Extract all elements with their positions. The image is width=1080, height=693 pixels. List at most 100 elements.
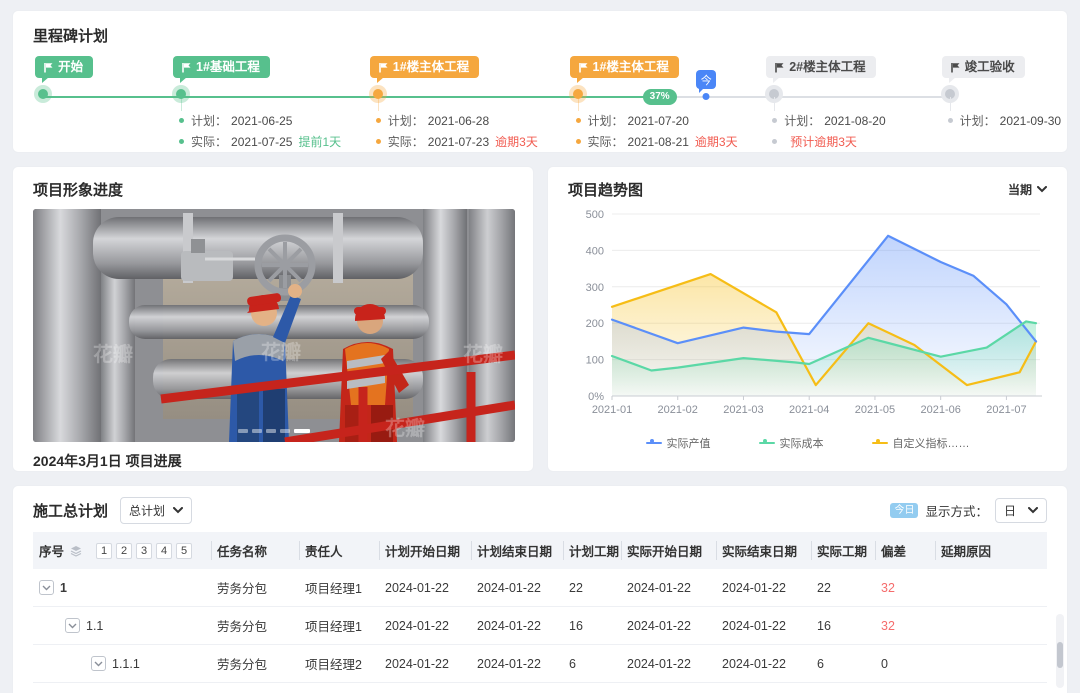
task-id: 1.1 <box>86 619 103 633</box>
milestone-status: 逾期3天 <box>495 133 538 150</box>
photo-panel-title: 项目形象进度 <box>33 179 513 200</box>
milestone-dates: 计划：2021-06-28实际：2021-07-23逾期3天 <box>376 110 538 152</box>
legend-item[interactable]: 实际产值 <box>646 435 711 451</box>
carousel-dot[interactable] <box>252 429 262 433</box>
plan-table: 序号12345任务名称责任人计划开始日期计划结束日期计划工期实际开始日期实际结束… <box>33 532 1047 693</box>
plan-type-select[interactable]: 总计划 <box>120 497 192 524</box>
milestone-status: 逾期3天 <box>695 133 738 150</box>
column-header: 实际结束日期 <box>716 532 811 569</box>
dashboard-page: 里程碑计划 开始 1#基础工程计划：2021-06-25实际：2021-07-25… <box>0 0 1080 693</box>
deviation-value: 32 <box>881 581 895 595</box>
level-button-3[interactable]: 3 <box>136 543 152 559</box>
task-id: 1.1.1 <box>112 657 140 671</box>
carousel-indicators <box>238 429 310 433</box>
plan-table-header: 序号12345任务名称责任人计划开始日期计划结束日期计划工期实际开始日期实际结束… <box>33 532 1047 569</box>
milestone-panel: 里程碑计划 开始 1#基础工程计划：2021-06-25实际：2021-07-25… <box>12 10 1068 153</box>
today-marker: 今 <box>696 70 716 89</box>
milestone-date-row: 预计逾期3天 <box>772 131 885 152</box>
milestone-date-row: 计划：2021-09-30 <box>948 110 1061 131</box>
svg-text:2021-02: 2021-02 <box>658 404 698 416</box>
svg-text:2021-01: 2021-01 <box>592 404 632 416</box>
row-expand-toggle[interactable] <box>65 618 80 633</box>
svg-text:花瓣: 花瓣 <box>93 342 133 366</box>
milestone-status: 预计逾期3天 <box>790 133 857 150</box>
display-mode-select[interactable]: 日 <box>995 498 1047 523</box>
milestone-label: 开始 <box>35 56 93 78</box>
trend-panel-title: 项目趋势图 <box>568 179 643 200</box>
svg-text:2021-04: 2021-04 <box>789 404 829 416</box>
column-header: 实际开始日期 <box>621 532 716 569</box>
milestone-panel-title: 里程碑计划 <box>33 25 1047 46</box>
level-button-2[interactable]: 2 <box>116 543 132 559</box>
period-dropdown[interactable]: 当期 <box>1008 181 1047 198</box>
legend-marker-icon <box>759 439 775 447</box>
milestone-timeline: 开始 1#基础工程计划：2021-06-25实际：2021-07-25提前1天 1#… <box>33 50 1047 154</box>
milestone-label: 1#楼主体工程 <box>370 56 479 78</box>
project-photo-illustration: 花瓣花瓣花瓣花瓣 <box>33 209 515 442</box>
today-badge[interactable]: 今日 <box>890 503 918 518</box>
display-mode-label: 显示方式： <box>925 501 988 520</box>
table-scrollbar-thumb[interactable] <box>1057 642 1063 668</box>
carousel-dot[interactable] <box>294 429 310 433</box>
row-expand-toggle[interactable] <box>39 580 54 595</box>
column-header: 责任人 <box>299 532 379 569</box>
trend-line-chart: 2021-012021-022021-032021-042021-052021-… <box>568 200 1049 428</box>
level-button-5[interactable]: 5 <box>176 543 192 559</box>
level-buttons: 12345 <box>96 543 192 559</box>
svg-text:花瓣: 花瓣 <box>261 340 301 364</box>
chevron-down-icon <box>94 661 103 667</box>
svg-text:400: 400 <box>586 245 604 257</box>
milestone-date-row: 实际：2021-07-25提前1天 <box>179 131 341 152</box>
table-row: 1.1.1 劳务分包项目经理2 2024-01-222024-01-226 20… <box>33 645 1047 683</box>
svg-text:300: 300 <box>586 282 604 294</box>
chevron-down-icon <box>42 585 51 591</box>
carousel-dot[interactable] <box>238 429 248 433</box>
column-header: 计划工期 <box>563 532 621 569</box>
trend-panel: 项目趋势图 当期 2021-01 2021-02 2021-03 2021-04 202… <box>547 166 1068 472</box>
date-dot <box>179 139 184 144</box>
milestone-label: 1#基础工程 <box>173 56 270 78</box>
table-panel-title: 施工总计划 <box>33 500 108 521</box>
task-id: 1 <box>60 581 67 595</box>
flag-icon <box>43 62 54 73</box>
column-header: 计划结束日期 <box>471 532 563 569</box>
milestone-label: 竣工验收 <box>942 56 1025 78</box>
milestone-date-row: 计划：2021-06-25 <box>179 110 341 131</box>
layers-icon <box>70 545 82 557</box>
milestone-dates: 计划：2021-06-25实际：2021-07-25提前1天 <box>179 110 341 152</box>
carousel-dot[interactable] <box>266 429 276 433</box>
svg-text:花瓣: 花瓣 <box>463 342 503 366</box>
column-header: 延期原因 <box>935 532 1047 569</box>
level-button-1[interactable]: 1 <box>96 543 112 559</box>
milestone-status: 提前1天 <box>298 133 341 150</box>
today-dot <box>703 93 710 100</box>
svg-text:100: 100 <box>586 355 604 367</box>
milestone-label: 2#楼主体工程 <box>766 56 875 78</box>
photo-caption: 2024年3月1日 项目进展 <box>33 451 513 471</box>
column-header: 任务名称 <box>211 532 299 569</box>
date-dot <box>948 118 953 123</box>
table-scrollbar <box>1056 614 1064 688</box>
level-button-4[interactable]: 4 <box>156 543 172 559</box>
plan-type-value: 总计划 <box>129 502 165 519</box>
photo-progress-panel: 项目形象进度 <box>12 166 534 472</box>
flag-icon <box>378 62 389 73</box>
legend-item[interactable]: 自定义指标…… <box>872 435 970 451</box>
svg-text:花瓣: 花瓣 <box>385 416 425 440</box>
svg-text:2021-03: 2021-03 <box>723 404 763 416</box>
svg-text:2021-06: 2021-06 <box>920 404 960 416</box>
chevron-down-icon <box>173 507 183 514</box>
period-dropdown-value: 当期 <box>1008 181 1032 198</box>
date-dot <box>376 118 381 123</box>
legend-item[interactable]: 实际成本 <box>759 435 824 451</box>
milestone-date-row: 计划：2021-08-20 <box>772 110 885 131</box>
date-dot <box>179 118 184 123</box>
date-dot <box>576 139 581 144</box>
carousel-dot[interactable] <box>280 429 290 433</box>
svg-text:0%: 0% <box>588 391 604 403</box>
progress-badge: 37% <box>643 89 677 105</box>
date-dot <box>576 118 581 123</box>
column-header: 偏差 <box>875 532 935 569</box>
row-expand-toggle[interactable] <box>91 656 106 671</box>
flag-icon <box>774 62 785 73</box>
